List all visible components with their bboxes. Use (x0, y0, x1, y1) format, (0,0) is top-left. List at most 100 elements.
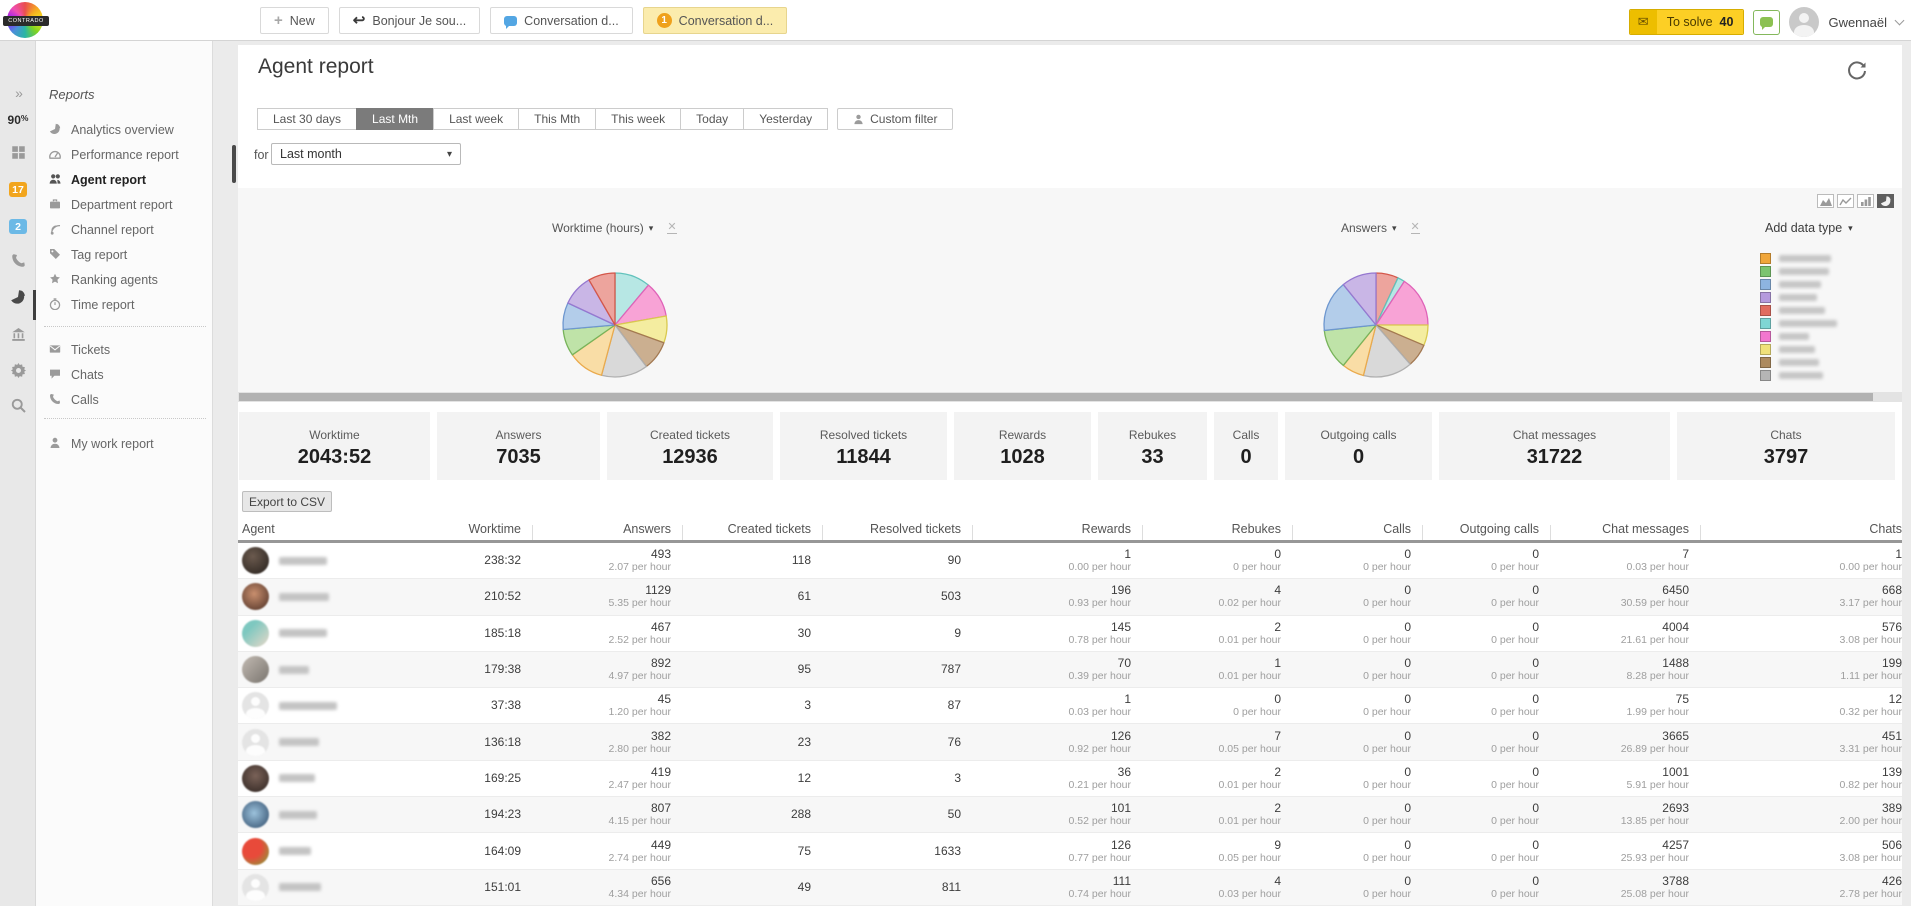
cell-value: 49 (683, 881, 811, 894)
column-header-worktime[interactable]: Worktime (413, 522, 533, 536)
table-row[interactable]: 185:184672.52 per hour3091450.78 per hou… (238, 616, 1902, 652)
table-row[interactable]: 136:183822.80 per hour23761260.92 per ho… (238, 724, 1902, 760)
table-row[interactable]: 194:238074.15 per hour288501010.52 per h… (238, 797, 1902, 833)
period-select[interactable]: Last month ▾ (271, 143, 461, 165)
pie-chart-icon[interactable] (1877, 194, 1894, 208)
table-header: AgentWorktimeAnswersCreated ticketsResol… (238, 517, 1902, 540)
cell-per-hour: 2.74 per hour (533, 852, 671, 864)
dropdown-caret-icon[interactable]: ▾ (1392, 223, 1397, 234)
search-icon[interactable] (0, 398, 36, 413)
legend-item[interactable] (1760, 356, 1837, 369)
legend-item[interactable] (1760, 330, 1837, 343)
user-avatar[interactable] (1789, 7, 1819, 37)
table-row[interactable]: 37:38451.20 per hour38710.03 per hour00 … (238, 688, 1902, 724)
sidebar-item-chats[interactable]: Chats (36, 362, 213, 387)
reports-pie-icon[interactable] (0, 289, 36, 305)
table-row[interactable]: 210:5211295.35 per hour615031960.93 per … (238, 579, 1902, 615)
column-header-answers[interactable]: Answers (533, 522, 683, 536)
ticket-tab-3[interactable]: 1Conversation d... (643, 7, 788, 34)
column-header-chats[interactable]: Chats (1701, 522, 1902, 536)
legend-item[interactable] (1760, 278, 1837, 291)
filter-tab-today[interactable]: Today (680, 108, 744, 130)
close-icon[interactable]: ✕ (667, 222, 676, 234)
sidebar-item-my-work-report[interactable]: My work report (36, 431, 213, 456)
legend-item[interactable] (1760, 291, 1837, 304)
table-row[interactable]: 169:254192.47 per hour123360.21 per hour… (238, 761, 1902, 797)
stat-label: Chats (1677, 428, 1895, 442)
cell-per-hour: 2.00 per hour (1701, 815, 1902, 827)
availability-percent: 90% (0, 113, 36, 127)
sidebar-item-channel-report[interactable]: Channel report (36, 217, 213, 242)
filter-tab-last-mth[interactable]: Last Mth (356, 108, 434, 130)
filter-tab-yesterday[interactable]: Yesterday (743, 108, 828, 130)
legend-label-blurred (1779, 255, 1831, 262)
table-row[interactable]: 179:388924.97 per hour95787700.39 per ho… (238, 652, 1902, 688)
legend-label-blurred (1779, 268, 1829, 275)
column-header-created-tickets[interactable]: Created tickets (683, 522, 823, 536)
column-header-chat-messages[interactable]: Chat messages (1551, 522, 1701, 536)
sidebar-item-analytics-overview[interactable]: Analytics overview (36, 117, 213, 142)
refresh-icon[interactable] (1846, 60, 1868, 82)
chat-count-badge[interactable]: 2 (0, 219, 36, 234)
collapse-chevrons-icon[interactable]: » (0, 85, 36, 101)
worktime-pie-chart[interactable] (560, 270, 670, 380)
legend-item[interactable] (1760, 265, 1837, 278)
sidebar-item-performance-report[interactable]: Performance report (36, 142, 213, 167)
custom-filter-button[interactable]: Custom filter (837, 108, 953, 130)
stopwatch-icon (49, 298, 62, 311)
close-icon[interactable]: ✕ (1411, 222, 1420, 234)
line-chart-icon[interactable] (1837, 194, 1854, 208)
chart-legend (1760, 252, 1837, 382)
filter-tab-this-week[interactable]: This week (595, 108, 681, 130)
horizontal-scrollbar[interactable] (238, 392, 1902, 402)
column-header-rebukes[interactable]: Rebukes (1143, 522, 1293, 536)
sidebar-item-department-report[interactable]: Department report (36, 192, 213, 217)
phone-icon[interactable] (0, 253, 36, 268)
add-data-type-button[interactable]: Add data type ▾ (1765, 221, 1853, 235)
ticket-tab-1[interactable]: ↩Bonjour Je sou... (339, 7, 480, 34)
filter-tab-this-mth[interactable]: This Mth (518, 108, 596, 130)
bank-icon[interactable] (0, 327, 36, 342)
bar-chart-icon[interactable] (1857, 194, 1874, 208)
area-chart-icon[interactable] (1817, 194, 1834, 208)
legend-item[interactable] (1760, 317, 1837, 330)
table-row[interactable]: 238:324932.07 per hour1189010.00 per hou… (238, 543, 1902, 579)
legend-item[interactable] (1760, 304, 1837, 317)
sidebar-item-ranking-agents[interactable]: Ranking agents (36, 267, 213, 292)
cell-per-hour: 0 per hour (1423, 815, 1539, 827)
app-logo[interactable]: CONTRADO (7, 2, 43, 38)
sidebar-item-tag-report[interactable]: Tag report (36, 242, 213, 267)
column-header-outgoing-calls[interactable]: Outgoing calls (1423, 522, 1551, 536)
legend-item[interactable] (1760, 343, 1837, 356)
dashboard-grid-icon[interactable] (0, 145, 36, 160)
sidebar-item-label: Time report (71, 298, 134, 312)
cell-per-hour: 2.78 per hour (1701, 888, 1902, 900)
horizontal-scrollbar-thumb[interactable] (239, 393, 1873, 401)
chat-status-button[interactable] (1753, 10, 1780, 35)
table-row[interactable]: 164:094492.74 per hour7516331260.77 per … (238, 833, 1902, 869)
sidebar-item-calls[interactable]: Calls (36, 387, 213, 412)
filter-tab-last-30-days[interactable]: Last 30 days (257, 108, 357, 130)
column-header-calls[interactable]: Calls (1293, 522, 1423, 536)
answers-pie-chart[interactable] (1321, 270, 1431, 380)
column-header-resolved-tickets[interactable]: Resolved tickets (823, 522, 973, 536)
column-header-agent[interactable]: Agent (238, 522, 413, 536)
legend-item[interactable] (1760, 252, 1837, 265)
column-header-rewards[interactable]: Rewards (973, 522, 1143, 536)
dropdown-caret-icon[interactable]: ▾ (649, 223, 654, 234)
gear-icon[interactable] (0, 363, 36, 378)
vertical-scrollbar-thumb[interactable] (232, 145, 236, 183)
sidebar-item-tickets[interactable]: Tickets (36, 337, 213, 362)
legend-label-blurred (1779, 320, 1837, 327)
ticket-tab-0[interactable]: +New (260, 7, 329, 34)
ticket-tab-2[interactable]: Conversation d... (490, 7, 633, 34)
table-row[interactable]: 151:016564.34 per hour498111110.74 per h… (238, 870, 1902, 906)
chevron-down-icon[interactable] (1895, 15, 1905, 25)
ticket-count-badge[interactable]: 17 (0, 182, 36, 197)
sidebar-item-time-report[interactable]: Time report (36, 292, 213, 317)
sidebar-item-agent-report[interactable]: Agent report (36, 167, 213, 192)
legend-item[interactable] (1760, 369, 1837, 382)
to-solve-button[interactable]: ✉ To solve 40 (1629, 9, 1745, 35)
export-csv-button[interactable]: Export to CSV (242, 491, 332, 512)
filter-tab-last-week[interactable]: Last week (433, 108, 519, 130)
